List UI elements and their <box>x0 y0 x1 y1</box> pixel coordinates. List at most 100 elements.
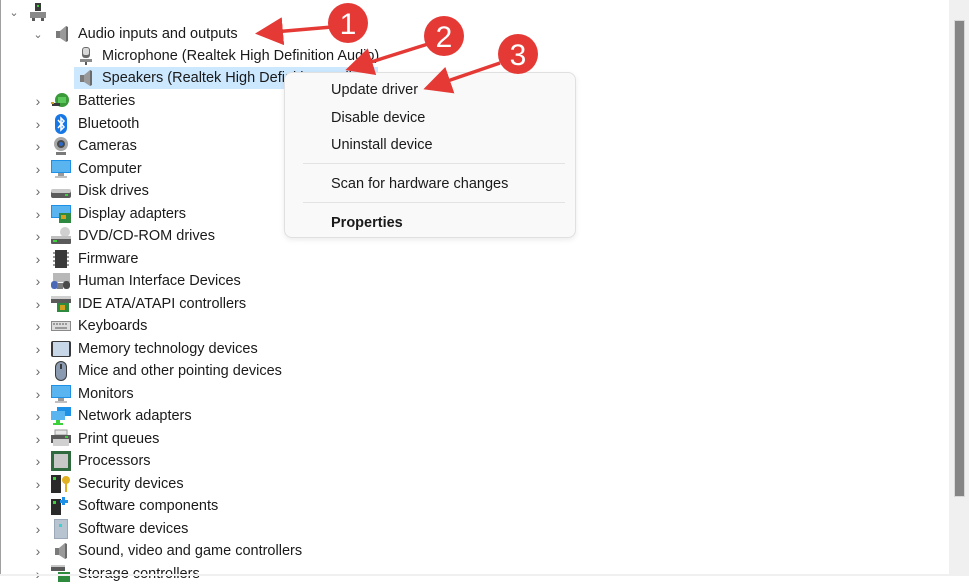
chevron-right-icon[interactable]: › <box>32 251 44 267</box>
network-adapter-icon <box>50 406 72 426</box>
chevron-right-icon[interactable]: › <box>32 138 44 154</box>
tree-category-label: Print queues <box>78 430 160 447</box>
tree-category-label: Mice and other pointing devices <box>78 363 282 379</box>
chevron-right-icon[interactable]: › <box>32 228 44 244</box>
software-device-icon <box>50 518 72 539</box>
tree-category-monitors[interactable]: › Monitors <box>32 383 134 405</box>
tree-category-firmware[interactable]: › Firmware <box>32 248 138 270</box>
speaker-icon <box>76 68 96 88</box>
disk-drive-icon <box>50 181 72 201</box>
monitor-icon <box>50 384 72 404</box>
tree-category-memory-technology-devices[interactable]: › Memory technology devices <box>32 338 258 360</box>
tree-category-network-adapters[interactable]: › Network adapters <box>32 405 192 427</box>
chevron-right-icon[interactable]: › <box>32 453 44 469</box>
menu-separator <box>303 163 565 164</box>
camera-icon <box>50 136 72 156</box>
tree-category-software-components[interactable]: › Software components <box>32 495 218 517</box>
hid-icon <box>50 271 72 291</box>
tree-category-label: Firmware <box>78 250 139 267</box>
firmware-chip-icon <box>50 249 72 269</box>
computer-icon <box>50 159 72 179</box>
chevron-right-icon[interactable]: › <box>32 273 44 289</box>
tree-category-label: Memory technology devices <box>78 340 258 357</box>
printer-icon <box>50 429 72 449</box>
tree-category-software-devices[interactable]: › Software devices <box>32 518 188 540</box>
dvd-drive-icon <box>50 226 72 246</box>
tree-category-label: Display adapters <box>78 205 186 222</box>
tree-category-label: Disk drives <box>78 183 149 199</box>
chevron-right-icon[interactable]: › <box>32 408 44 424</box>
tree-category-label: Software devices <box>78 520 189 537</box>
software-component-icon <box>50 496 72 516</box>
tree-category-label: Keyboards <box>78 318 148 334</box>
tree-category-display-adapters[interactable]: › Display adapters <box>32 203 186 225</box>
chevron-right-icon[interactable]: › <box>32 183 44 199</box>
bluetooth-icon <box>50 113 72 134</box>
chevron-down-icon[interactable]: ⌄ <box>32 28 44 41</box>
speaker-icon <box>52 24 72 44</box>
tree-root[interactable]: ⌄ <box>8 1 54 23</box>
tree-category-batteries[interactable]: › Batteries <box>32 90 135 112</box>
memory-device-icon <box>50 339 72 359</box>
tree-category-label: DVD/CD-ROM drives <box>78 228 215 244</box>
tree-category-audio[interactable]: ⌄ Audio inputs and outputs <box>32 23 238 45</box>
chevron-right-icon[interactable]: › <box>32 386 44 402</box>
chevron-right-icon[interactable]: › <box>32 363 44 379</box>
display-adapter-icon <box>50 204 72 224</box>
menu-item-update-driver[interactable]: Update driver <box>331 82 418 98</box>
tree-category-label: Monitors <box>78 385 134 402</box>
tree-category-sound-video-and-game-controllers[interactable]: › Sound, video and game controllers <box>32 540 302 562</box>
ide-controller-icon <box>50 294 72 314</box>
tree-category-label: Human Interface Devices <box>78 273 241 289</box>
tree-category-dvd-cd-rom-drives[interactable]: › DVD/CD-ROM drives <box>32 225 215 247</box>
scrollbar-thumb[interactable] <box>954 20 965 497</box>
tree-category-label: IDE ATA/ATAPI controllers <box>78 295 247 312</box>
chevron-right-icon[interactable]: › <box>32 206 44 222</box>
tree-category-human-interface-devices[interactable]: › Human Interface Devices <box>32 270 241 292</box>
chevron-right-icon[interactable]: › <box>32 296 44 312</box>
tree-category-print-queues[interactable]: › Print queues <box>32 428 159 450</box>
tree-category-label: Network adapters <box>78 408 192 424</box>
microphone-icon <box>76 46 96 66</box>
mouse-icon <box>50 361 72 381</box>
tree-category-label: Processors <box>78 453 151 469</box>
chevron-right-icon[interactable]: › <box>32 476 44 492</box>
tree-category-computer[interactable]: › Computer <box>32 158 142 180</box>
context-menu: Update driver Disable device Uninstall d… <box>284 72 576 238</box>
tree-category-disk-drives[interactable]: › Disk drives <box>32 180 149 202</box>
tree-category-label: Software components <box>78 498 219 514</box>
tree-category-label: Computer <box>78 160 142 177</box>
tree-category-keyboards[interactable]: › Keyboards <box>32 315 148 337</box>
battery-icon <box>50 91 72 111</box>
chevron-right-icon[interactable]: › <box>32 543 44 559</box>
menu-separator <box>303 202 565 203</box>
tree-device-label: Microphone (Realtek High Definition Audi… <box>102 48 380 64</box>
chevron-right-icon[interactable]: › <box>32 431 44 447</box>
tree-category-cameras[interactable]: › Cameras <box>32 135 137 157</box>
tree-device-microphone[interactable]: Microphone (Realtek High Definition Audi… <box>76 45 379 67</box>
tree-category-label: Sound, video and game controllers <box>78 543 303 559</box>
menu-item-properties[interactable]: Properties <box>331 215 403 231</box>
tree-category-bluetooth[interactable]: › Bluetooth <box>32 113 139 135</box>
tree-category-label: Security devices <box>78 475 184 492</box>
chevron-right-icon[interactable]: › <box>32 521 44 537</box>
tree-category-processors[interactable]: › Processors <box>32 450 151 472</box>
chevron-down-icon[interactable]: ⌄ <box>8 6 20 19</box>
tree-category-ide-ata-atapi-controllers[interactable]: › IDE ATA/ATAPI controllers <box>32 293 246 315</box>
chevron-right-icon[interactable]: › <box>32 341 44 357</box>
chevron-right-icon[interactable]: › <box>32 93 44 109</box>
menu-item-scan-hardware[interactable]: Scan for hardware changes <box>331 176 508 192</box>
chevron-right-icon[interactable]: › <box>32 161 44 177</box>
menu-item-uninstall-device[interactable]: Uninstall device <box>331 137 433 153</box>
tree-category-mice-and-other-pointing-devices[interactable]: › Mice and other pointing devices <box>32 360 282 382</box>
security-device-icon <box>50 474 72 494</box>
menu-item-disable-device[interactable]: Disable device <box>331 110 425 126</box>
chevron-right-icon[interactable]: › <box>32 116 44 132</box>
chevron-right-icon[interactable]: › <box>32 318 44 334</box>
tree-category-security-devices[interactable]: › Security devices <box>32 473 184 495</box>
chevron-right-icon[interactable]: › <box>32 498 44 514</box>
tree-category-label: Batteries <box>78 93 136 109</box>
computer-root-icon <box>28 2 48 22</box>
keyboard-icon <box>50 316 72 336</box>
processor-icon <box>50 451 72 471</box>
